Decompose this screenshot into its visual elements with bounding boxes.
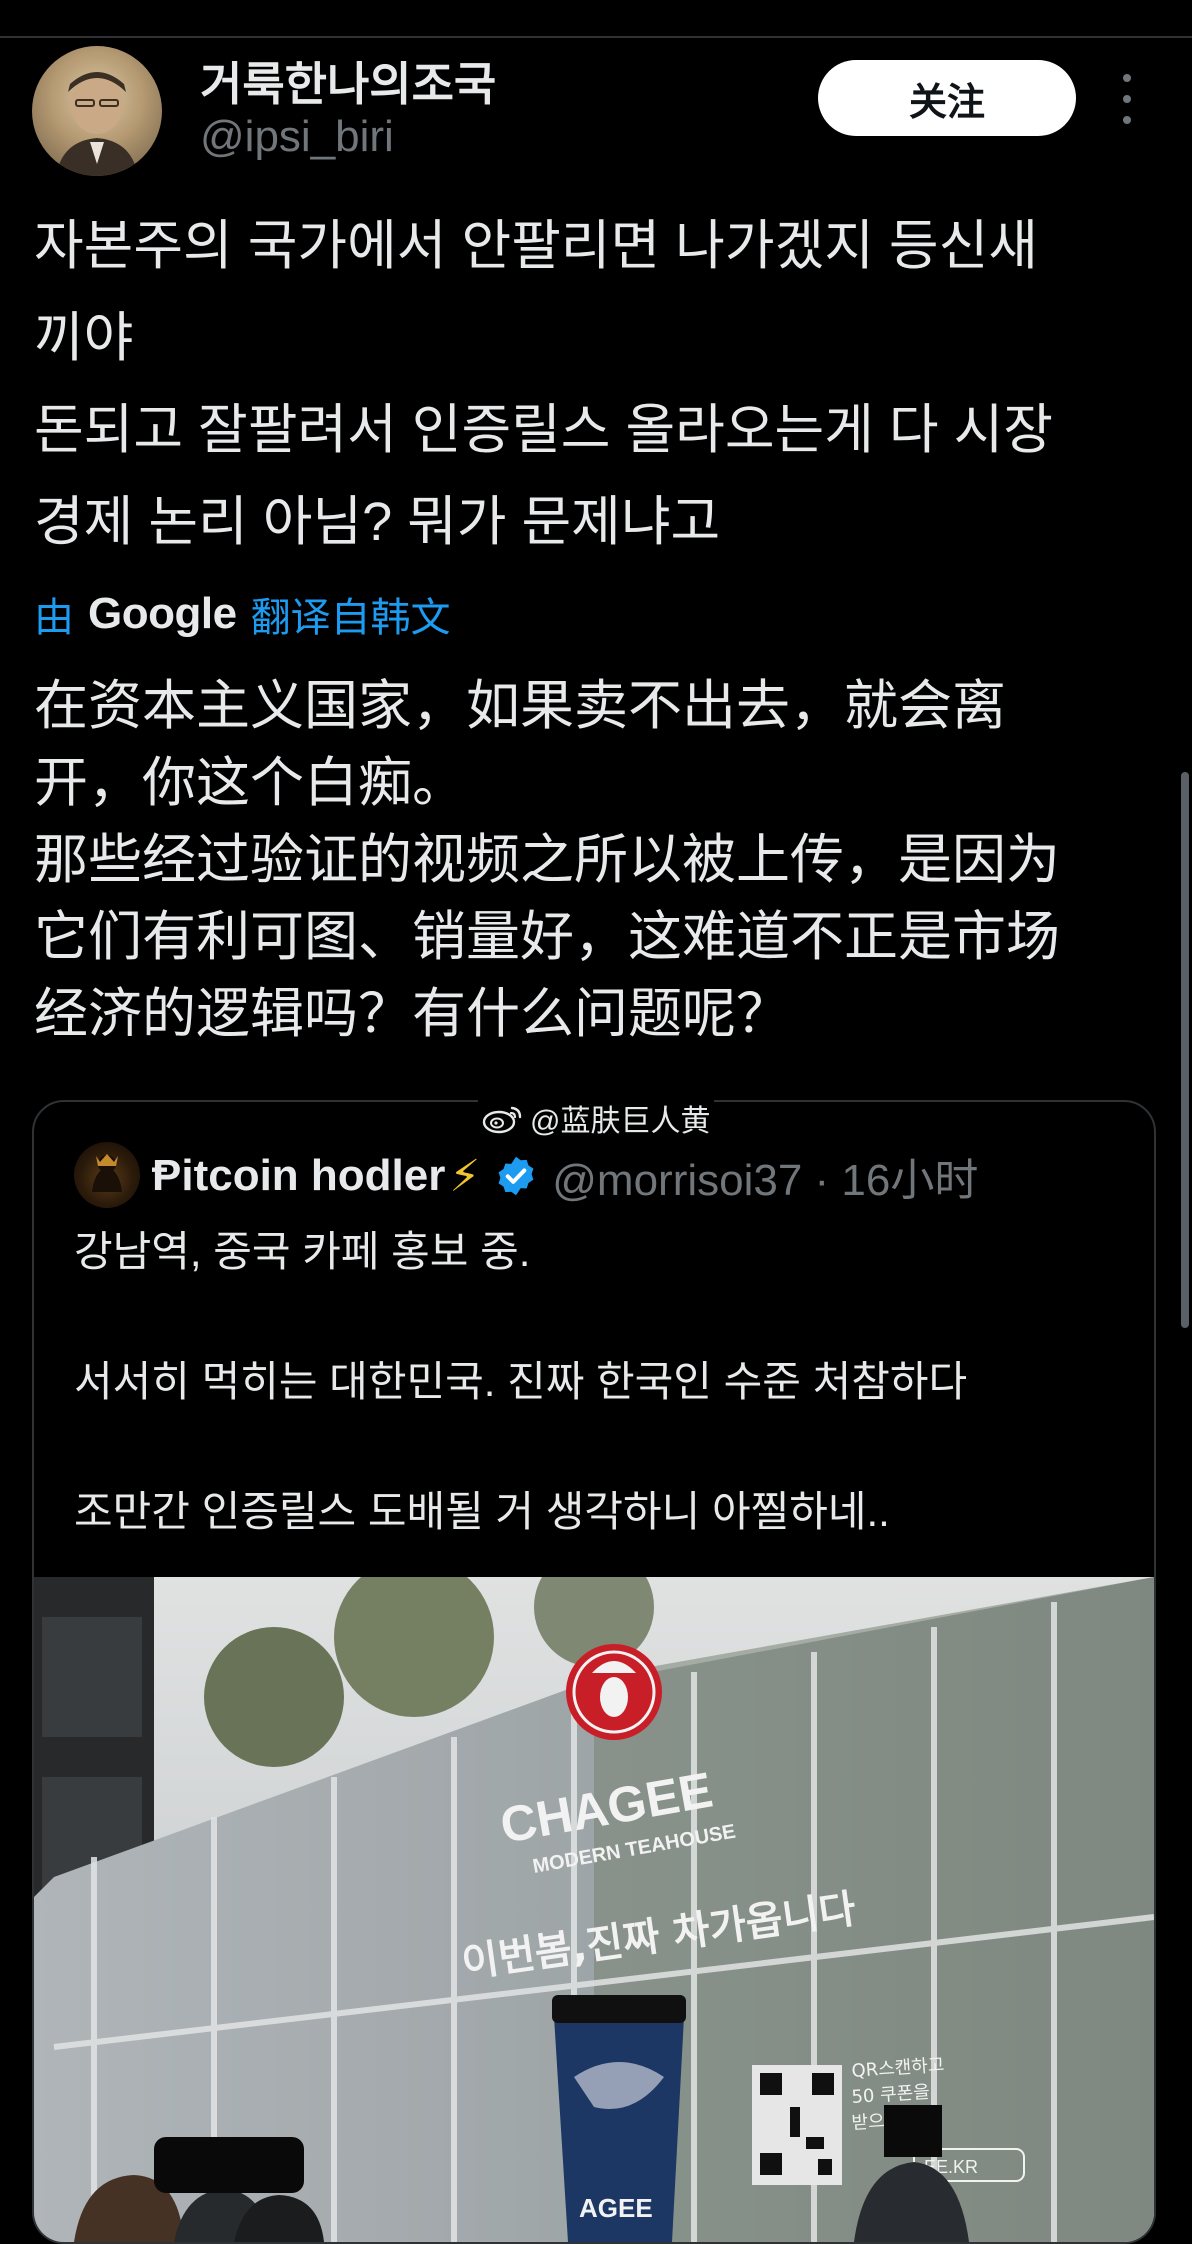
quoted-author-avatar[interactable] (74, 1142, 140, 1208)
follow-button[interactable]: 关注 (818, 60, 1076, 136)
author-display-name[interactable]: 거룩한나의조국 (200, 48, 496, 114)
post-line: 돈되고 잘팔려서 인증릴스 올라오는게 다 시장 (34, 400, 1053, 460)
author-handle[interactable]: @ipsi_biri (200, 112, 394, 162)
quoted-paragraph: 조만간 인증릴스 도배될 거 생각하니 아찔하네.. (74, 1488, 890, 1535)
quoted-paragraph: 강남역, 중국 카페 홍보 중. (74, 1228, 531, 1275)
verified-badge-icon (498, 1156, 534, 1196)
translated-text: 在资本主义国家，如果卖不出去，就会离 开，你这个白痴。 那些经过验证的视频之所以… (34, 668, 1164, 1053)
translated-line: 开，你这个白痴。 (34, 753, 466, 813)
weibo-logo-icon (482, 1106, 522, 1134)
translate-suffix: 翻译自韩文 (250, 596, 451, 640)
author-avatar[interactable] (32, 46, 162, 176)
translation-attribution[interactable]: 由 Google 翻译自韩文 (34, 584, 451, 644)
post-line: 끼야 (34, 308, 134, 368)
quoted-post-card[interactable]: Ᵽitcoin hodler ⚡ @morrisoi37 · 16小时 강남역,… (32, 1100, 1156, 2244)
quoted-handle-time[interactable]: @morrisoi37 · 16小时 (552, 1144, 978, 1208)
post-text: 자본주의 국가에서 안팔리면 나가겠지 등신새 끼야 돈되고 잘팔려서 인증릴스… (34, 200, 1164, 568)
more-options-icon[interactable] (1112, 74, 1142, 124)
quoted-display-name[interactable]: Ᵽitcoin hodler (152, 1151, 445, 1201)
translated-line: 那些经过验证的视频之所以被上传，是因为 (34, 830, 1060, 890)
post-line: 자본주의 국가에서 안팔리면 나가겠지 등신새 (34, 216, 1038, 276)
weibo-watermark: @蓝肤巨人黄 (478, 1096, 715, 1140)
quoted-text: 강남역, 중국 카페 홍보 중. 서서히 먹히는 대한민국. 진짜 한국인 수준… (74, 1222, 1134, 1612)
translated-line: 在资本主义国家，如果卖不出去，就会离 (34, 676, 1006, 736)
translate-prefix: 由 (34, 596, 74, 640)
google-logo: Google (88, 589, 237, 638)
translated-line: 它们有利可图、销量好，这难道不正是市场 (34, 907, 1060, 967)
watermark-text: @蓝肤巨人黄 (530, 1105, 711, 1138)
scrollbar[interactable] (1181, 772, 1189, 1328)
quoted-author-header[interactable]: Ᵽitcoin hodler ⚡ @morrisoi37 · 16小时 (152, 1144, 978, 1208)
lightning-icon: ⚡ (449, 1151, 481, 1201)
quoted-media-image[interactable]: CHAGEE MODERN TEAHOUSE 이번봄,진짜 차가옵니다 AGEE… (34, 1577, 1154, 2242)
top-divider (0, 0, 1192, 38)
translated-line: 经济的逻辑吗？有什么问题呢？ (34, 984, 790, 1044)
quoted-paragraph: 서서히 먹히는 대한민국. 진짜 한국인 수준 처참하다 (74, 1358, 968, 1405)
post-line: 경제 논리 아님? 뭐가 문제냐고 (34, 492, 721, 552)
